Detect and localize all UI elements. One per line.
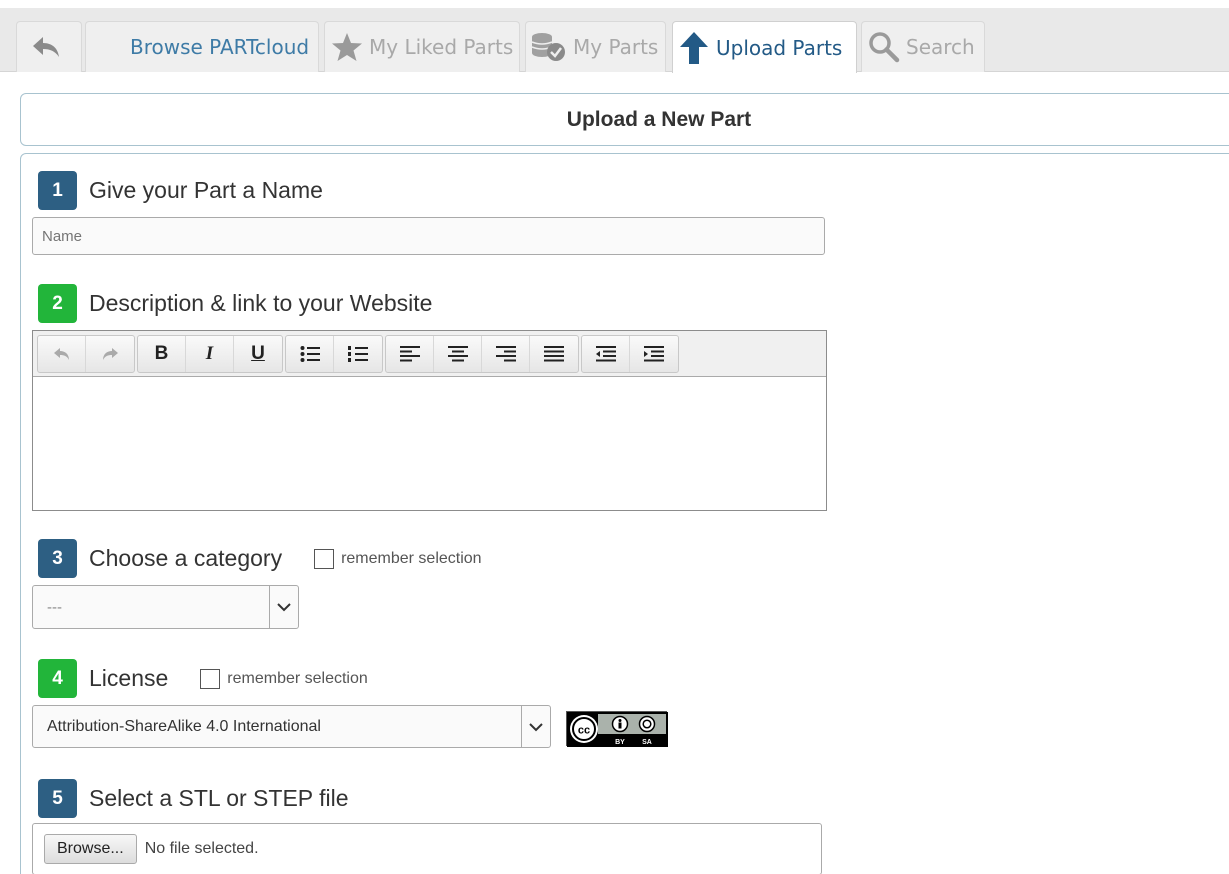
- list-group: [285, 334, 383, 373]
- indent-group: [581, 334, 679, 373]
- step-number: 4: [38, 659, 77, 698]
- justify-button[interactable]: [530, 336, 578, 372]
- remember-category-checkbox[interactable]: [314, 548, 335, 569]
- magnifier-icon: [868, 31, 900, 63]
- license-select[interactable]: Attribution-ShareAlike 4.0 International: [32, 705, 551, 748]
- step-title: Description & link to your Website: [89, 290, 433, 316]
- align-center-icon: [447, 345, 468, 361]
- tab-my-liked-parts[interactable]: My Liked Parts: [324, 21, 520, 72]
- file-status: No file selected.: [144, 840, 259, 857]
- bullet-list-button[interactable]: [286, 335, 334, 372]
- step-number: 1: [38, 171, 77, 210]
- editor-toolbar: B I U: [33, 331, 826, 377]
- upload-arrow-icon: [678, 31, 710, 65]
- step-file-heading: 5 Select a STL or STEP file: [38, 779, 349, 818]
- tab-upload-parts[interactable]: Upload Parts: [672, 21, 857, 73]
- tab-my-parts[interactable]: My Parts: [525, 21, 666, 72]
- remember-category-option[interactable]: remember selection: [314, 548, 482, 569]
- step-category-heading: 3 Choose a category remember selection: [38, 539, 482, 578]
- format-group: B I U: [137, 334, 283, 373]
- file-input[interactable]: Browse... No file selected.: [32, 823, 822, 874]
- tab-label: My Liked Parts: [369, 35, 514, 59]
- numbered-list-button[interactable]: [334, 336, 382, 372]
- page-title: Upload a New Part: [566, 107, 752, 131]
- outdent-button[interactable]: [582, 335, 630, 372]
- step-number: 5: [38, 779, 77, 818]
- part-name-input[interactable]: [32, 217, 825, 255]
- align-group: [385, 334, 579, 373]
- chevron-down-icon: [269, 586, 298, 628]
- align-left-icon: [399, 345, 420, 361]
- upload-page: Browse PARTcloud My Liked Parts My Parts: [0, 0, 1229, 874]
- step-license-heading: 4 License remember selection: [38, 659, 368, 698]
- license-selected-value: Attribution-ShareAlike 4.0 International: [47, 717, 321, 735]
- cc-by-sa-license-badge: cc BY SA: [566, 711, 668, 747]
- step-title: Select a STL or STEP file: [89, 785, 349, 811]
- justify-icon: [544, 345, 564, 361]
- indent-icon: [644, 345, 664, 361]
- cc-text: cc: [578, 725, 590, 737]
- step-title: Choose a category: [89, 545, 283, 571]
- category-selected-value: ---: [47, 598, 62, 616]
- underline-button[interactable]: U: [234, 336, 282, 372]
- redo-icon: [103, 347, 118, 360]
- remember-license-checkbox[interactable]: [200, 668, 221, 689]
- align-left-button[interactable]: [386, 335, 434, 372]
- align-center-button[interactable]: [434, 335, 482, 372]
- numbered-list-icon: [348, 345, 368, 362]
- remember-license-option[interactable]: remember selection: [200, 668, 368, 689]
- align-right-icon: [495, 345, 516, 361]
- star-icon: [331, 32, 363, 62]
- tab-bar: Browse PARTcloud My Liked Parts My Parts: [0, 8, 1229, 73]
- category-select[interactable]: ---: [32, 585, 299, 629]
- tab-label: My Parts: [573, 35, 659, 59]
- bullet-list-icon: [300, 345, 320, 362]
- page-header: Upload a New Part: [20, 93, 1229, 146]
- editor-content-area[interactable]: [33, 377, 826, 510]
- step-number: 2: [38, 284, 77, 323]
- align-right-button[interactable]: [482, 335, 530, 372]
- tab-search[interactable]: Search: [861, 21, 985, 72]
- step-description-heading: 2 Description & link to your Website: [38, 284, 432, 323]
- upload-form: [20, 153, 1229, 874]
- step-name-heading: 1 Give your Part a Name: [38, 171, 323, 210]
- undo-button[interactable]: [38, 335, 86, 372]
- by-text: BY: [615, 739, 625, 746]
- description-editor: B I U: [32, 330, 827, 511]
- browse-button[interactable]: Browse...: [44, 834, 137, 864]
- undo-icon: [53, 347, 69, 360]
- history-group: [37, 334, 135, 373]
- indent-button[interactable]: [630, 336, 678, 372]
- tab-label: Browse PARTcloud: [130, 35, 310, 59]
- tab-label: Search: [906, 35, 975, 59]
- sa-text: SA: [642, 739, 652, 746]
- italic-button[interactable]: I: [186, 335, 234, 372]
- chevron-down-icon: [521, 706, 550, 747]
- tab-back[interactable]: [16, 21, 82, 72]
- coins-check-icon: [529, 31, 567, 63]
- redo-button[interactable]: [86, 336, 134, 372]
- remember-label: remember selection: [341, 549, 482, 567]
- step-number: 3: [38, 539, 77, 578]
- outdent-icon: [595, 345, 616, 361]
- step-title: Give your Part a Name: [89, 177, 323, 203]
- bold-button[interactable]: B: [138, 335, 186, 372]
- tab-browse-partcloud[interactable]: Browse PARTcloud: [85, 21, 319, 72]
- remember-label: remember selection: [227, 669, 368, 687]
- tab-label: Upload Parts: [716, 35, 843, 60]
- reply-arrow-icon: [31, 35, 61, 59]
- step-title: License: [89, 665, 169, 691]
